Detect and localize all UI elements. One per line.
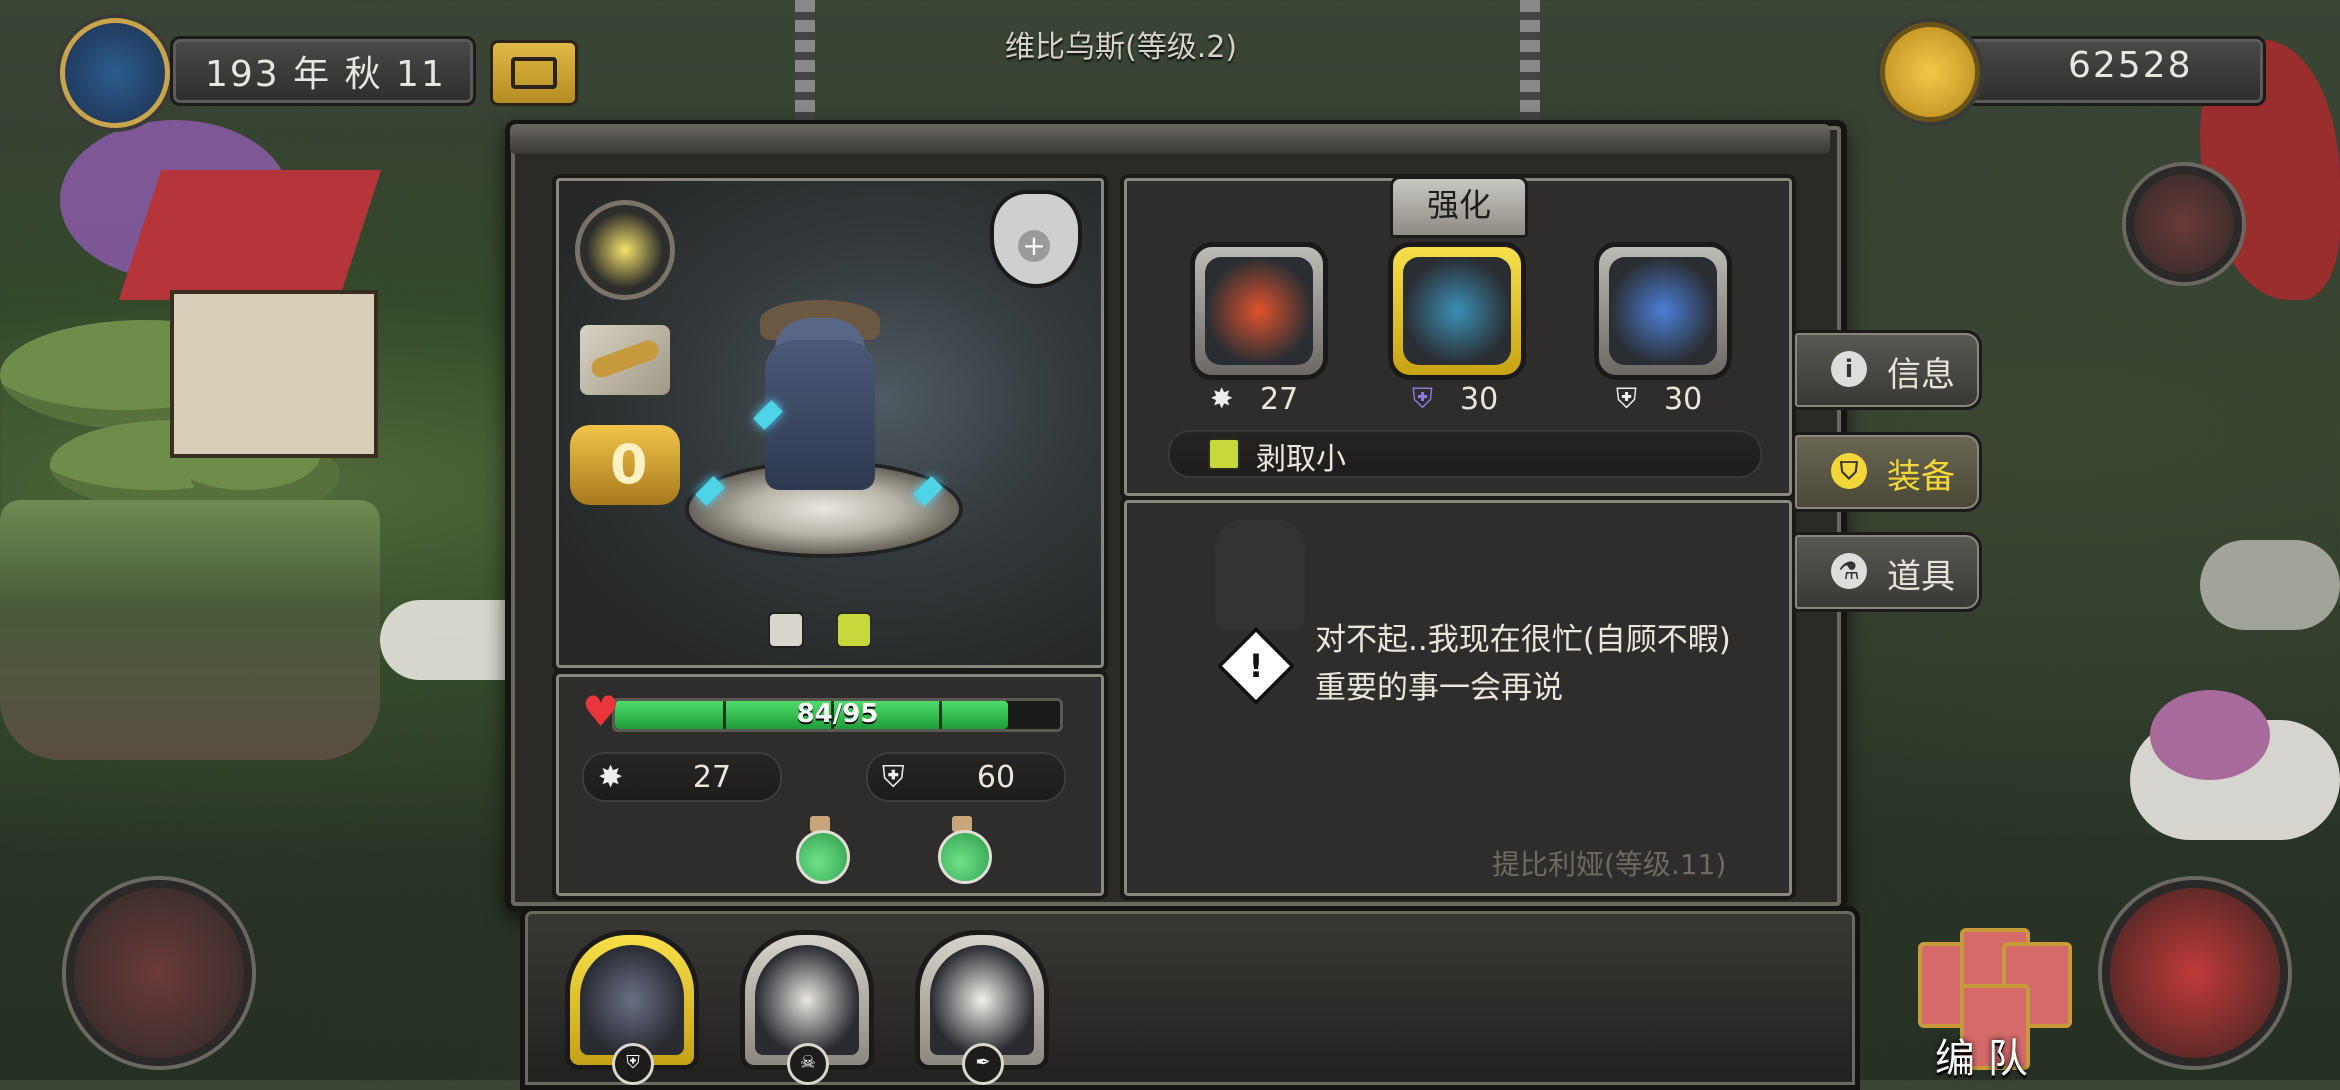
plus-icon: + xyxy=(1018,230,1050,262)
gloves-icon xyxy=(1403,257,1511,365)
cloud-right xyxy=(2130,720,2340,840)
magic-shield-icon: ⛨ xyxy=(1412,382,1434,415)
crusader-portrait-button[interactable] xyxy=(2102,880,2288,1066)
tree-canopy-right xyxy=(190,440,340,510)
gold-coin-icon xyxy=(1880,22,1980,122)
potion-icon: ⚗ xyxy=(1831,553,1867,589)
heart-icon: ♥ xyxy=(582,687,620,736)
cloud-right-upper xyxy=(2200,540,2340,630)
feather-class-icon: ✒ xyxy=(962,1043,1004,1085)
equipment-tab-label: 装备 xyxy=(1887,457,1955,497)
skull-trait-icon[interactable] xyxy=(768,612,804,648)
faded-name-label: 提比利娅(等级.11) xyxy=(1492,848,1727,881)
defense-value: 60 xyxy=(976,760,1016,795)
helmet-icon: ⛉ xyxy=(1831,453,1867,489)
hp-bar: 84/95 xyxy=(612,698,1063,732)
busy-message: 对不起..我现在很忙(自顾不暇)重要的事一会再说 xyxy=(1315,622,1731,706)
quest-scroll-button[interactable] xyxy=(490,40,578,106)
skull-class-icon: ☠ xyxy=(787,1043,829,1085)
equipment-tab[interactable]: ⛉ 装备 xyxy=(1792,432,1982,512)
polar-bear-face xyxy=(930,945,1034,1055)
season-moon-icon[interactable] xyxy=(60,18,170,128)
tree-canopy xyxy=(0,320,290,430)
house-roof xyxy=(118,170,382,300)
eagle-face xyxy=(755,945,859,1055)
scroll-icon xyxy=(511,57,557,89)
sword-trait-icon[interactable] xyxy=(836,612,872,648)
tree-canopy-lower xyxy=(50,420,300,510)
potion-slot-2[interactable] xyxy=(935,816,992,884)
weapon-slot[interactable] xyxy=(1190,242,1328,380)
add-pet-bunny-icon[interactable]: + xyxy=(990,190,1082,288)
chain-right xyxy=(1520,0,1540,120)
items-tab-label: 道具 xyxy=(1887,557,1955,597)
weapon-stat-value: 27 xyxy=(1260,382,1299,417)
boots-icon xyxy=(1609,257,1717,365)
hp-text: 84/95 xyxy=(796,699,879,729)
shield-icon: ⛨ xyxy=(1616,382,1638,415)
items-tab[interactable]: ⚗ 道具 xyxy=(1792,532,1982,612)
gloves-stat-value: 30 xyxy=(1460,382,1499,417)
blossom-right xyxy=(2150,690,2270,780)
character-title: 维比乌斯(等级.2) xyxy=(1005,30,1238,65)
potion-slot-1[interactable] xyxy=(793,816,850,884)
skill-label: 剥取小 xyxy=(1256,442,1346,477)
hero-character[interactable] xyxy=(765,340,875,490)
formation-label: 编 队 xyxy=(1935,1036,2028,1082)
boots-stat-value: 30 xyxy=(1664,382,1703,417)
shield-icon: ⛨ xyxy=(882,760,905,795)
spyglass-icon[interactable] xyxy=(580,325,670,395)
sword-skill-icon xyxy=(1208,438,1240,470)
hero-portrait-polar-bear[interactable]: ✒ xyxy=(915,930,1049,1085)
floating-island xyxy=(0,500,380,760)
attack-icon: ✸ xyxy=(598,760,624,795)
attack-stat: ✸ 27 xyxy=(582,752,782,802)
gloves-slot[interactable] xyxy=(1388,242,1526,380)
blossom-tree xyxy=(60,120,290,280)
lightning-skill-icon[interactable] xyxy=(575,200,675,300)
chain-left xyxy=(795,0,815,120)
npc-portrait-button[interactable] xyxy=(2126,166,2242,282)
info-tab-label: 信息 xyxy=(1887,355,1955,395)
weapon-icon xyxy=(1205,257,1313,365)
defense-stat: ⛨ 60 xyxy=(866,752,1066,802)
gold-amount: 62528 xyxy=(2068,45,2193,86)
boots-slot[interactable] xyxy=(1594,242,1732,380)
rank-wings-icon[interactable]: 0 xyxy=(570,425,680,505)
rank-number: 0 xyxy=(610,433,648,496)
attack-icon: ✸ xyxy=(1210,382,1234,415)
team-roster-bar xyxy=(520,906,1860,1090)
hero-portrait-eagle[interactable]: ☠ xyxy=(740,930,874,1085)
info-tab[interactable]: i 信息 xyxy=(1792,330,1982,410)
enhance-tab[interactable]: 强化 xyxy=(1390,176,1528,238)
house-wall xyxy=(170,290,378,458)
town-building-button[interactable] xyxy=(66,880,252,1066)
hero-portrait-vibius[interactable]: ⛨ xyxy=(565,930,699,1085)
vibius-face xyxy=(580,945,684,1055)
window-top-bar xyxy=(510,124,1830,154)
shield-class-icon: ⛨ xyxy=(612,1043,654,1085)
info-icon: i xyxy=(1831,351,1867,387)
attack-value: 27 xyxy=(692,760,732,795)
date-text: 193 年 秋 11 xyxy=(205,54,446,95)
